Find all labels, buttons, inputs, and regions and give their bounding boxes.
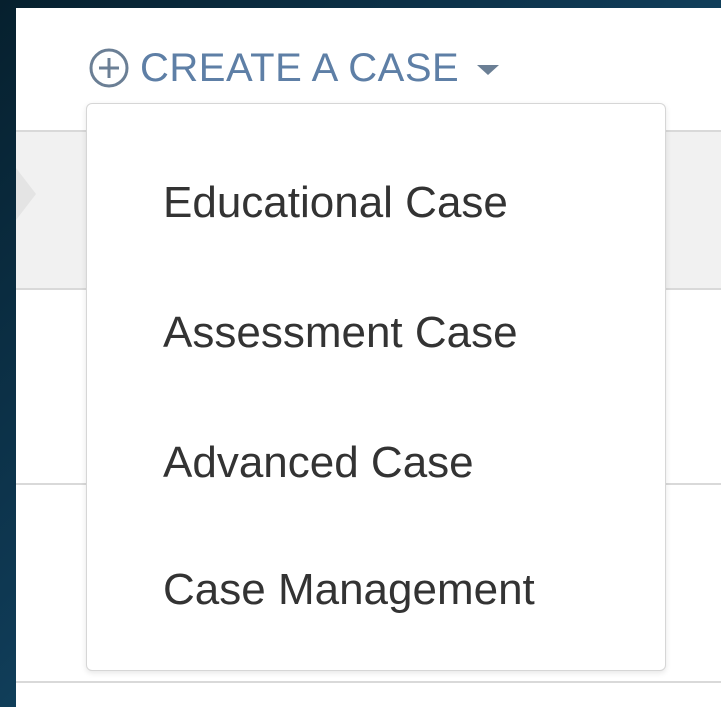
menu-item-assessment-case[interactable]: Assessment Case xyxy=(163,298,518,368)
menu-item-educational-case[interactable]: Educational Case xyxy=(163,168,508,238)
create-case-label: CREATE A CASE xyxy=(140,45,460,90)
page-panel: CREATE A CASE Educational Case Assessmen… xyxy=(16,8,721,707)
plus-circle-icon xyxy=(89,48,129,88)
sort-arrow-icon[interactable] xyxy=(16,168,36,220)
menu-item-case-management[interactable]: Case Management xyxy=(163,555,535,625)
create-case-menu: Educational Case Assessment Case Advance… xyxy=(86,103,666,671)
caret-down-icon xyxy=(477,65,500,75)
menu-item-advanced-case[interactable]: Advanced Case xyxy=(163,428,474,498)
create-case-button[interactable]: CREATE A CASE xyxy=(88,40,500,96)
divider-bottom xyxy=(16,681,721,683)
